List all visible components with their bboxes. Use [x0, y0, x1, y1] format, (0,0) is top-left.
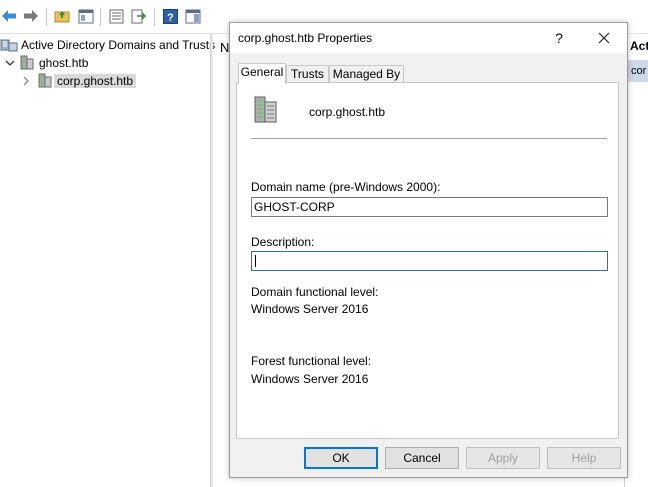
tab-trusts[interactable]: Trusts [286, 65, 329, 83]
toolbar-separator [100, 8, 101, 26]
back-icon[interactable] [0, 7, 18, 25]
toolbar-separator [154, 8, 155, 26]
cancel-button[interactable]: Cancel [385, 447, 459, 469]
domain-level-label: Domain functional level: [251, 285, 379, 299]
console-tree: Active Directory Domains and Trusts ghos… [0, 34, 215, 487]
tab-managed-by[interactable]: Managed By [329, 65, 404, 83]
help-icon[interactable]: ? [161, 7, 179, 25]
toolbar-separator [46, 8, 47, 26]
tree-item-label: Active Directory Domains and Trusts [21, 38, 216, 52]
domain-icon [36, 73, 54, 89]
help-button[interactable]: ? [548, 27, 570, 49]
dialog-titlebar[interactable]: corp.ghost.htb Properties ? [230, 23, 627, 53]
list-column-header: N [220, 40, 230, 55]
svg-text:?: ? [167, 12, 174, 24]
close-button[interactable] [592, 27, 616, 49]
close-icon [598, 32, 610, 44]
forward-icon[interactable] [22, 7, 40, 25]
divider [251, 138, 607, 139]
tab-general[interactable]: General [238, 63, 286, 84]
properties-icon[interactable] [107, 7, 125, 25]
description-label: Description: [251, 235, 315, 249]
tree-item-label: ghost.htb [39, 56, 89, 70]
domain-icon [18, 55, 36, 71]
tree-item-label: corp.ghost.htb [54, 74, 137, 88]
chevron-down-icon[interactable] [4, 57, 16, 69]
domain-icon [251, 93, 283, 125]
actions-header: Acti [630, 39, 648, 53]
prewin-label: Domain name (pre-Windows 2000): [251, 180, 441, 194]
tree-item-corp-ghost-htb[interactable]: corp.ghost.htb [20, 72, 137, 90]
action-pane-icon[interactable] [184, 7, 202, 25]
forest-level-label: Forest functional level: [251, 354, 372, 368]
tree-item-root[interactable]: Active Directory Domains and Trusts [0, 36, 218, 54]
help-dialog-button[interactable]: Help [547, 447, 621, 469]
console-tree-icon[interactable] [77, 7, 95, 25]
domain-level-value: Windows Server 2016 [251, 302, 369, 316]
export-list-icon[interactable] [130, 7, 148, 25]
pane-splitter[interactable] [210, 34, 213, 487]
ok-button[interactable]: OK [304, 447, 378, 469]
text-caret [255, 255, 256, 267]
prewin-domain-name-field[interactable]: GHOST-CORP [251, 197, 608, 217]
general-tab-panel: corp.ghost.htb Domain name (pre-Windows … [236, 82, 619, 439]
apply-button[interactable]: Apply [466, 447, 540, 469]
ad-domains-trusts-icon [0, 37, 18, 53]
tree-item-ghost-htb[interactable]: ghost.htb [4, 54, 91, 72]
chevron-right-icon[interactable] [20, 75, 32, 87]
domain-display-name: corp.ghost.htb [309, 105, 386, 119]
folder-up-icon[interactable] [53, 7, 71, 25]
actions-item[interactable]: cor [625, 60, 648, 82]
dialog-title: corp.ghost.htb Properties [238, 31, 373, 45]
description-field[interactable] [251, 251, 608, 271]
forest-level-value: Windows Server 2016 [251, 372, 369, 386]
properties-dialog: corp.ghost.htb Properties ? General Trus… [229, 22, 628, 478]
